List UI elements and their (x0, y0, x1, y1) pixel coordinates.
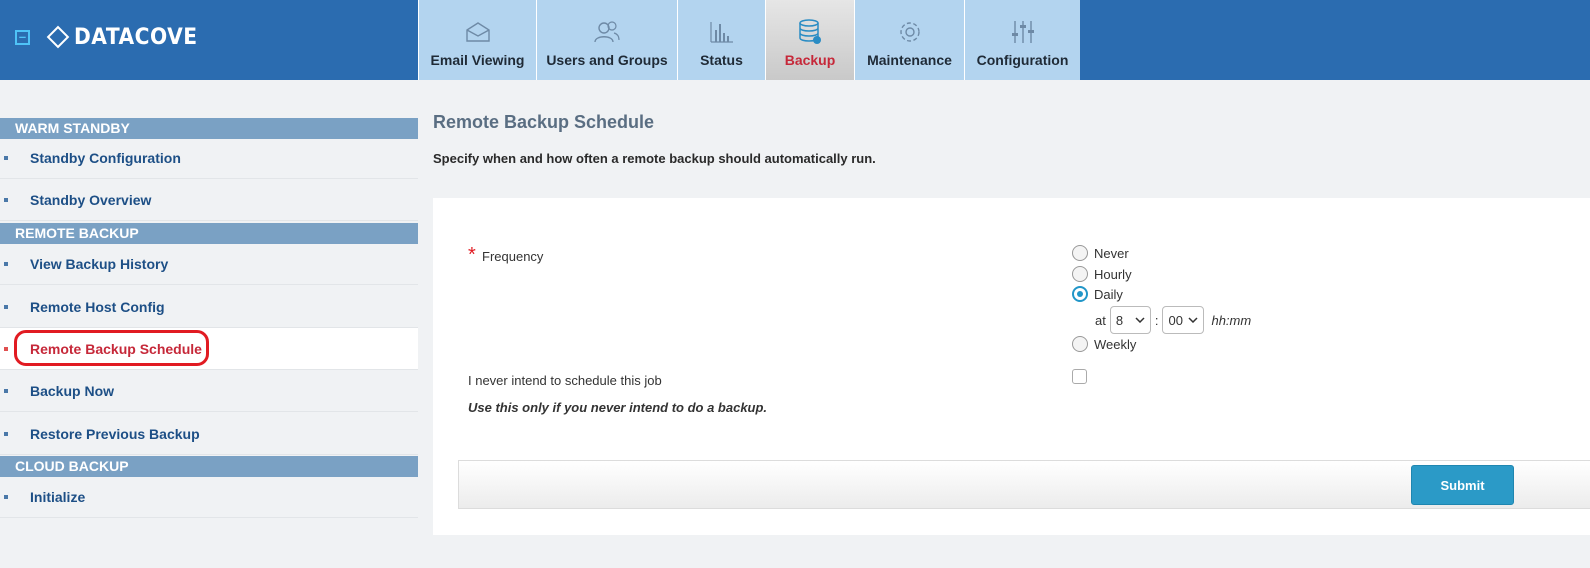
tab-label: Users and Groups (546, 52, 668, 68)
radio-label: Hourly (1094, 266, 1132, 282)
envelope-icon (463, 17, 493, 47)
sidebar-item-initialize[interactable]: Initialize (0, 476, 418, 518)
never-schedule-checkbox[interactable] (1072, 369, 1087, 384)
sidebar: WARM STANDBY Standby Configuration Stand… (0, 80, 418, 568)
never-schedule-label: I never intend to schedule this job (468, 373, 662, 388)
sidebar-item-restore-previous-backup[interactable]: Restore Previous Backup (0, 413, 418, 455)
gear-icon (895, 17, 925, 47)
main-tabs: Email Viewing Users and Groups Status Ba… (418, 0, 1080, 80)
sidebar-item-view-backup-history[interactable]: View Backup History (0, 243, 418, 285)
sidebar-item-label: Restore Previous Backup (30, 425, 200, 442)
at-label: at (1095, 312, 1106, 328)
collapse-square-icon[interactable]: – (15, 30, 30, 45)
bullet-icon (4, 388, 8, 393)
sidebar-item-label: Initialize (30, 488, 86, 505)
hour-select[interactable]: 8 (1109, 306, 1151, 334)
radio-label: Never (1094, 245, 1129, 261)
bullet-icon (4, 494, 8, 499)
radio-daily[interactable]: Daily (1072, 286, 1123, 302)
chevron-down-icon (1135, 315, 1145, 326)
section-warm-standby: WARM STANDBY (0, 118, 418, 139)
radio-hourly[interactable]: Hourly (1072, 266, 1132, 282)
bullet-icon (4, 155, 8, 160)
sidebar-item-label: Backup Now (30, 382, 115, 399)
sidebar-item-label: Standby Configuration (30, 149, 181, 166)
sidebar-item-standby-overview[interactable]: Standby Overview (0, 179, 418, 221)
minute-select[interactable]: 00 (1162, 306, 1205, 334)
sidebar-item-label: View Backup History (30, 255, 169, 272)
radio-button[interactable] (1072, 245, 1088, 261)
logo: DATACOVE (46, 22, 208, 52)
bullet-icon (4, 346, 8, 351)
section-remote-backup: REMOTE BACKUP (0, 223, 418, 244)
tab-maintenance[interactable]: Maintenance (854, 0, 964, 80)
bar-chart-icon (707, 17, 737, 47)
tab-email-viewing[interactable]: Email Viewing (418, 0, 536, 80)
radio-label: Weekly (1094, 336, 1137, 352)
bullet-icon (4, 431, 8, 436)
tab-label: Maintenance (867, 52, 952, 68)
sidebar-item-label: Remote Backup Schedule (30, 340, 202, 357)
sidebar-item-backup-now[interactable]: Backup Now (0, 370, 418, 412)
tab-users-and-groups[interactable]: Users and Groups (536, 0, 677, 80)
chevron-down-icon (1188, 315, 1198, 326)
tab-configuration[interactable]: Configuration (964, 0, 1080, 80)
tab-backup[interactable]: Backup (765, 0, 854, 80)
sidebar-item-label: Standby Overview (30, 191, 152, 208)
page-description: Specify when and how often a remote back… (433, 151, 876, 166)
users-icon (592, 17, 622, 47)
bullet-icon (4, 261, 8, 266)
submit-button[interactable]: Submit (1411, 465, 1514, 505)
required-marker: * (468, 244, 476, 266)
radio-never[interactable]: Never (1072, 245, 1129, 261)
database-icon (795, 17, 825, 47)
bullet-icon (4, 304, 8, 309)
never-schedule-note: Use this only if you never intend to do … (468, 400, 768, 415)
sidebar-item-standby-configuration[interactable]: Standby Configuration (0, 137, 418, 179)
radio-weekly[interactable]: Weekly (1072, 336, 1136, 352)
tab-label: Backup (784, 52, 836, 68)
tab-label: Configuration (976, 52, 1069, 68)
page-title: Remote Backup Schedule (433, 112, 655, 132)
time-picker: at 8 : 00 hh:mm (1095, 306, 1251, 334)
section-cloud-backup: CLOUD BACKUP (0, 456, 418, 477)
sidebar-item-remote-host-config[interactable]: Remote Host Config (0, 286, 418, 328)
frequency-label: Frequency (482, 249, 544, 264)
minute-value: 00 (1168, 312, 1183, 328)
time-format-hint: hh:mm (1211, 312, 1252, 328)
tab-status[interactable]: Status (677, 0, 765, 80)
time-separator: : (1154, 312, 1159, 328)
tab-label: Status (700, 52, 743, 68)
hour-value: 8 (1115, 312, 1124, 328)
diamond-logo-icon (46, 25, 70, 49)
sliders-icon (1008, 17, 1038, 47)
radio-label: Daily (1094, 286, 1123, 302)
sidebar-item-remote-backup-schedule[interactable]: Remote Backup Schedule (0, 328, 418, 370)
sidebar-item-label: Remote Host Config (30, 298, 165, 315)
brand-name: DATACOVE (74, 24, 198, 50)
bullet-icon (4, 197, 8, 202)
tab-label: Email Viewing (430, 52, 525, 68)
radio-button-checked[interactable] (1072, 286, 1088, 302)
radio-button[interactable] (1072, 266, 1088, 282)
radio-button[interactable] (1072, 336, 1088, 352)
